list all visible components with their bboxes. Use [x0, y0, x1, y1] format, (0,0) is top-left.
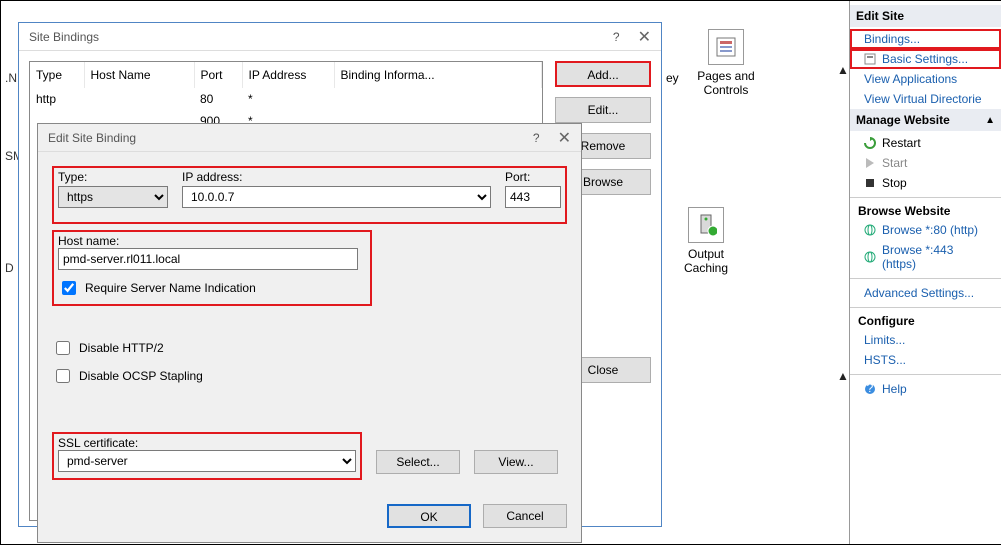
ip-select[interactable]: 10.0.0.7	[182, 186, 491, 208]
manage-website-heading: Manage Website▲	[850, 109, 1001, 131]
close-icon[interactable]: ✕	[638, 27, 651, 47]
dialog-titlebar: Edit Site Binding ? ✕	[38, 124, 581, 152]
port-input[interactable]	[505, 186, 561, 208]
advanced-settings-link[interactable]: Advanced Settings...	[850, 283, 1001, 303]
browse-443-link[interactable]: Browse *:443 (https)	[850, 240, 1001, 274]
browse-website-heading: Browse Website	[850, 202, 1001, 220]
type-ip-port-group: Type: https IP address: 10.0.0.7 Port:	[52, 166, 567, 224]
stop-link[interactable]: Stop	[850, 173, 1001, 193]
bindings-link[interactable]: Bindings...	[850, 29, 1001, 49]
table-row[interactable]: http80*	[30, 88, 542, 110]
help-icon[interactable]: ?	[533, 131, 540, 145]
hostname-group: Host name: Require Server Name Indicatio…	[52, 230, 372, 306]
type-select[interactable]: https	[58, 186, 168, 208]
configure-heading: Configure	[850, 312, 1001, 330]
limits-link[interactable]: Limits...	[850, 330, 1001, 350]
fragment-n: .N	[5, 71, 17, 85]
start-link[interactable]: Start	[850, 153, 1001, 173]
dialog-title: Edit Site Binding	[48, 131, 136, 145]
hostname-label: Host name:	[58, 234, 119, 248]
basic-settings-link[interactable]: Basic Settings...	[850, 49, 1001, 69]
globe-icon	[864, 251, 876, 263]
select-button[interactable]: Select...	[376, 450, 460, 474]
dialog-title: Site Bindings	[29, 30, 99, 44]
sni-check-input[interactable]	[62, 281, 76, 295]
close-icon[interactable]: ✕	[558, 128, 571, 148]
browse-80-link[interactable]: Browse *:80 (http)	[850, 220, 1001, 240]
server-icon	[688, 207, 724, 243]
pages-controls-item[interactable]: Pages and Controls	[686, 29, 766, 97]
sni-checkbox[interactable]: Require Server Name Indication	[58, 278, 366, 298]
document-icon	[864, 53, 876, 65]
svg-text:?: ?	[867, 383, 874, 395]
edit-button[interactable]: Edit...	[555, 97, 651, 123]
fragment-ey: ey	[666, 71, 679, 85]
disable-ocsp-checkbox[interactable]: Disable OCSP Stapling	[52, 366, 567, 386]
help-icon: ?	[864, 383, 876, 395]
table-header: Type Host Name Port IP Address Binding I…	[30, 62, 542, 88]
globe-icon	[864, 224, 876, 236]
chevron-up-icon[interactable]: ▲	[837, 369, 849, 383]
edit-site-heading: Edit Site	[850, 5, 1001, 27]
restart-icon	[864, 137, 876, 149]
ssl-group: SSL certificate: pmd-server	[52, 432, 362, 480]
main-content: .N SM D ▲ ▲ ey Pages and Controls Output…	[1, 1, 849, 544]
hsts-link[interactable]: HSTS...	[850, 350, 1001, 370]
ok-button[interactable]: OK	[387, 504, 471, 528]
ssl-label: SSL certificate:	[58, 436, 138, 450]
view-button[interactable]: View...	[474, 450, 558, 474]
edit-site-binding-dialog: Edit Site Binding ? ✕ Type: https IP add…	[37, 123, 582, 543]
actions-pane: Edit Site Bindings... Basic Settings... …	[849, 1, 1001, 544]
chevron-up-icon[interactable]: ▲	[837, 63, 849, 77]
play-icon	[864, 157, 876, 169]
add-button[interactable]: Add...	[555, 61, 651, 87]
ip-label: IP address:	[182, 170, 491, 184]
ssl-select[interactable]: pmd-server	[58, 450, 356, 472]
disable-http2-checkbox[interactable]: Disable HTTP/2	[52, 338, 567, 358]
chevron-up-icon[interactable]: ▲	[985, 115, 995, 126]
pages-icon	[708, 29, 744, 65]
view-virtual-dirs-link[interactable]: View Virtual Directorie	[850, 89, 1001, 109]
type-label: Type:	[58, 170, 168, 184]
output-caching-item[interactable]: Output Caching	[666, 207, 746, 275]
stop-icon	[864, 177, 876, 189]
port-label: Port:	[505, 170, 561, 184]
cancel-button[interactable]: Cancel	[483, 504, 567, 528]
fragment-d: D	[5, 261, 14, 275]
view-applications-link[interactable]: View Applications	[850, 69, 1001, 89]
help-icon[interactable]: ?	[613, 30, 620, 44]
hostname-input[interactable]	[58, 248, 358, 270]
help-link[interactable]: ?Help	[850, 379, 1001, 399]
restart-link[interactable]: Restart	[850, 133, 1001, 153]
dialog-titlebar: Site Bindings ? ✕	[19, 23, 661, 51]
